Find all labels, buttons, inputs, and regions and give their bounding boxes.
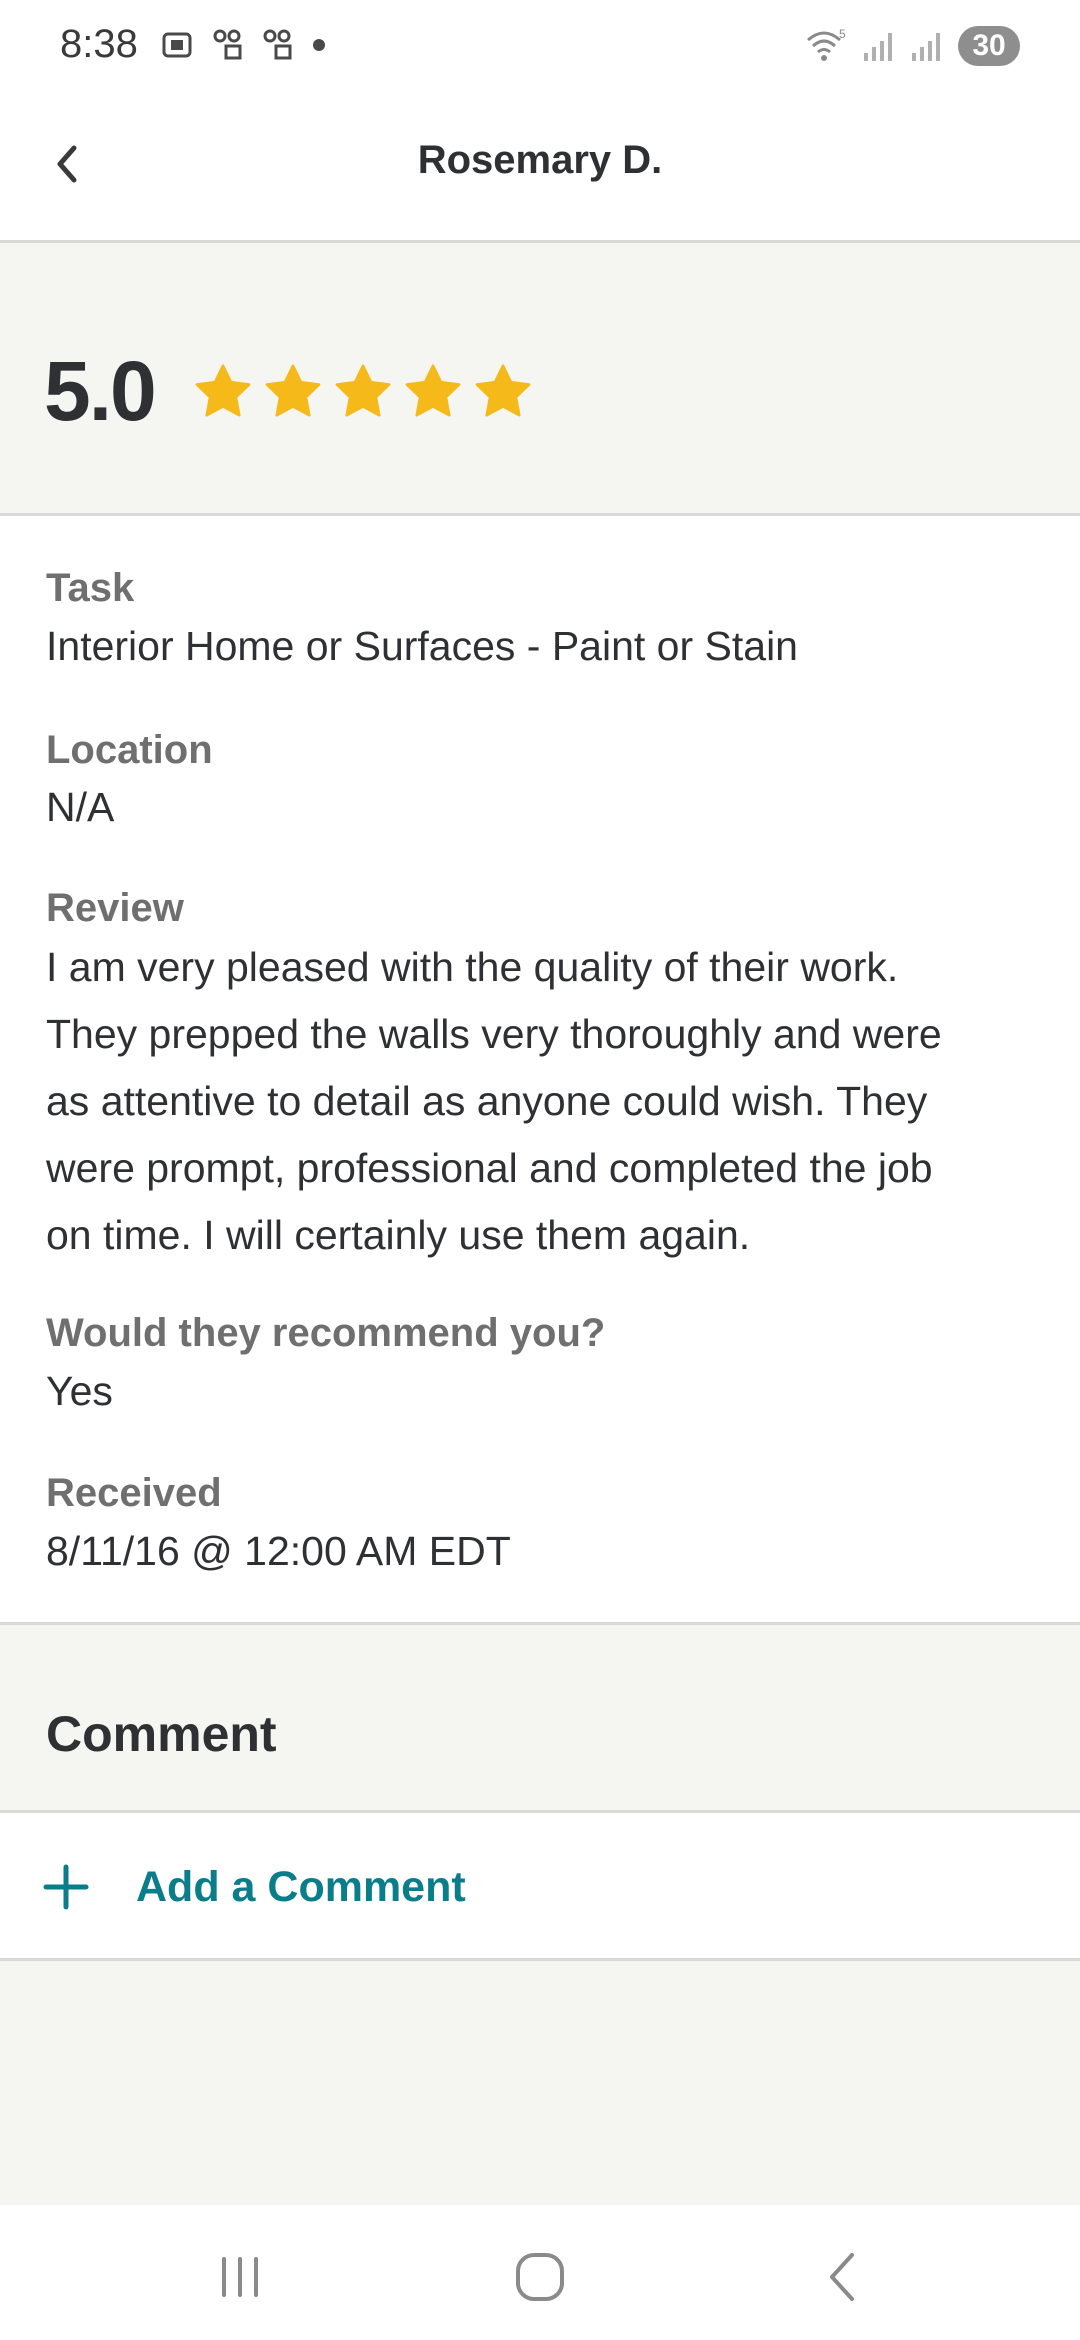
plus-icon (43, 1864, 89, 1910)
location-label: Location (46, 728, 213, 772)
star-icon (475, 364, 531, 417)
review-label: Review (46, 886, 184, 930)
signal-icon (864, 33, 892, 61)
task-value: Interior Home or Surfaces - Paint or Sta… (46, 623, 798, 669)
wifi-generation: 5 (839, 28, 846, 41)
status-system-icons: 5 30 (804, 26, 1020, 66)
home-icon[interactable] (510, 2247, 570, 2307)
rating-value: 5.0 (44, 344, 157, 438)
star-rating (192, 361, 534, 423)
signal-icon-2 (912, 33, 940, 61)
status-notification-icons (160, 28, 326, 62)
star-icon (405, 364, 461, 417)
received-value: 8/11/16 @ 12:00 AM EDT (46, 1528, 511, 1574)
star-icon (195, 364, 251, 417)
rating-summary: 5.0 (0, 243, 1080, 516)
location-value: N/A (46, 784, 115, 830)
recommend-label: Would they recommend you? (46, 1311, 606, 1355)
page-title: Rosemary D. (417, 138, 663, 182)
task-label: Task (46, 566, 135, 610)
add-comment-label: Add a Comment (136, 1863, 466, 1911)
comment-title: Comment (46, 1706, 277, 1762)
recommend-value: Yes (46, 1368, 113, 1414)
received-label: Received (46, 1471, 222, 1515)
app-header: Rosemary D. (0, 96, 1080, 243)
notification-dot-icon (313, 39, 325, 51)
comment-section-header: Comment (0, 1625, 1080, 1813)
back-icon[interactable] (812, 2247, 872, 2307)
status-time: 8:38 (60, 22, 138, 66)
recents-icon[interactable] (210, 2247, 270, 2307)
voicemail-lock-icon (213, 29, 242, 60)
screen: 8:38 5 30 Rosemary D. 5.0 Task Interior … (0, 0, 1080, 2340)
wifi-icon: 5 (807, 28, 846, 61)
star-icon (335, 364, 391, 417)
system-nav-bar (0, 2205, 1080, 2340)
screenshot-icon (162, 32, 192, 58)
review-details: Task Interior Home or Surfaces - Paint o… (0, 516, 1080, 1625)
add-comment-button[interactable]: Add a Comment (0, 1813, 1080, 1961)
star-icon (265, 364, 321, 417)
status-bar: 8:38 5 30 (0, 0, 1080, 96)
voicemail-notice-icon (263, 29, 292, 60)
battery-indicator: 30 (958, 26, 1020, 66)
review-text: I am very pleased with the quality of th… (46, 944, 942, 1258)
